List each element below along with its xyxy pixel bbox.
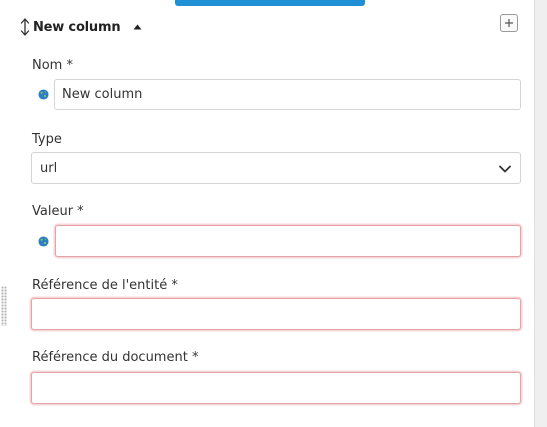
reference-entite-input[interactable] bbox=[31, 298, 521, 330]
add-button[interactable] bbox=[500, 14, 518, 32]
valeur-label: Valeur * bbox=[32, 204, 84, 219]
globe-icon bbox=[38, 236, 49, 247]
plus-icon bbox=[505, 19, 513, 27]
nom-label: Nom * bbox=[32, 58, 73, 73]
reorder-arrows-icon[interactable] bbox=[20, 18, 30, 36]
column-editor-panel: New column Nom * Type url Valeur * Référ… bbox=[0, 0, 547, 427]
column-title: New column bbox=[33, 19, 121, 35]
panel-scroll-gutter bbox=[534, 0, 547, 427]
nom-input[interactable] bbox=[54, 79, 521, 110]
caret-up-icon[interactable] bbox=[133, 24, 142, 30]
type-select[interactable]: url bbox=[31, 152, 521, 184]
reference-document-label: Référence du document * bbox=[32, 350, 199, 365]
top-tab-indicator[interactable] bbox=[175, 0, 365, 6]
globe-icon bbox=[38, 89, 49, 100]
chevron-down-icon bbox=[499, 165, 511, 173]
valeur-input[interactable] bbox=[55, 225, 521, 257]
reference-entite-label: Référence de l'entité * bbox=[32, 278, 178, 293]
reference-document-input[interactable] bbox=[31, 372, 521, 404]
column-header: New column bbox=[20, 16, 142, 38]
type-label: Type bbox=[32, 132, 62, 147]
type-selected-value: url bbox=[40, 160, 58, 176]
drag-handle-icon[interactable] bbox=[1, 286, 7, 326]
